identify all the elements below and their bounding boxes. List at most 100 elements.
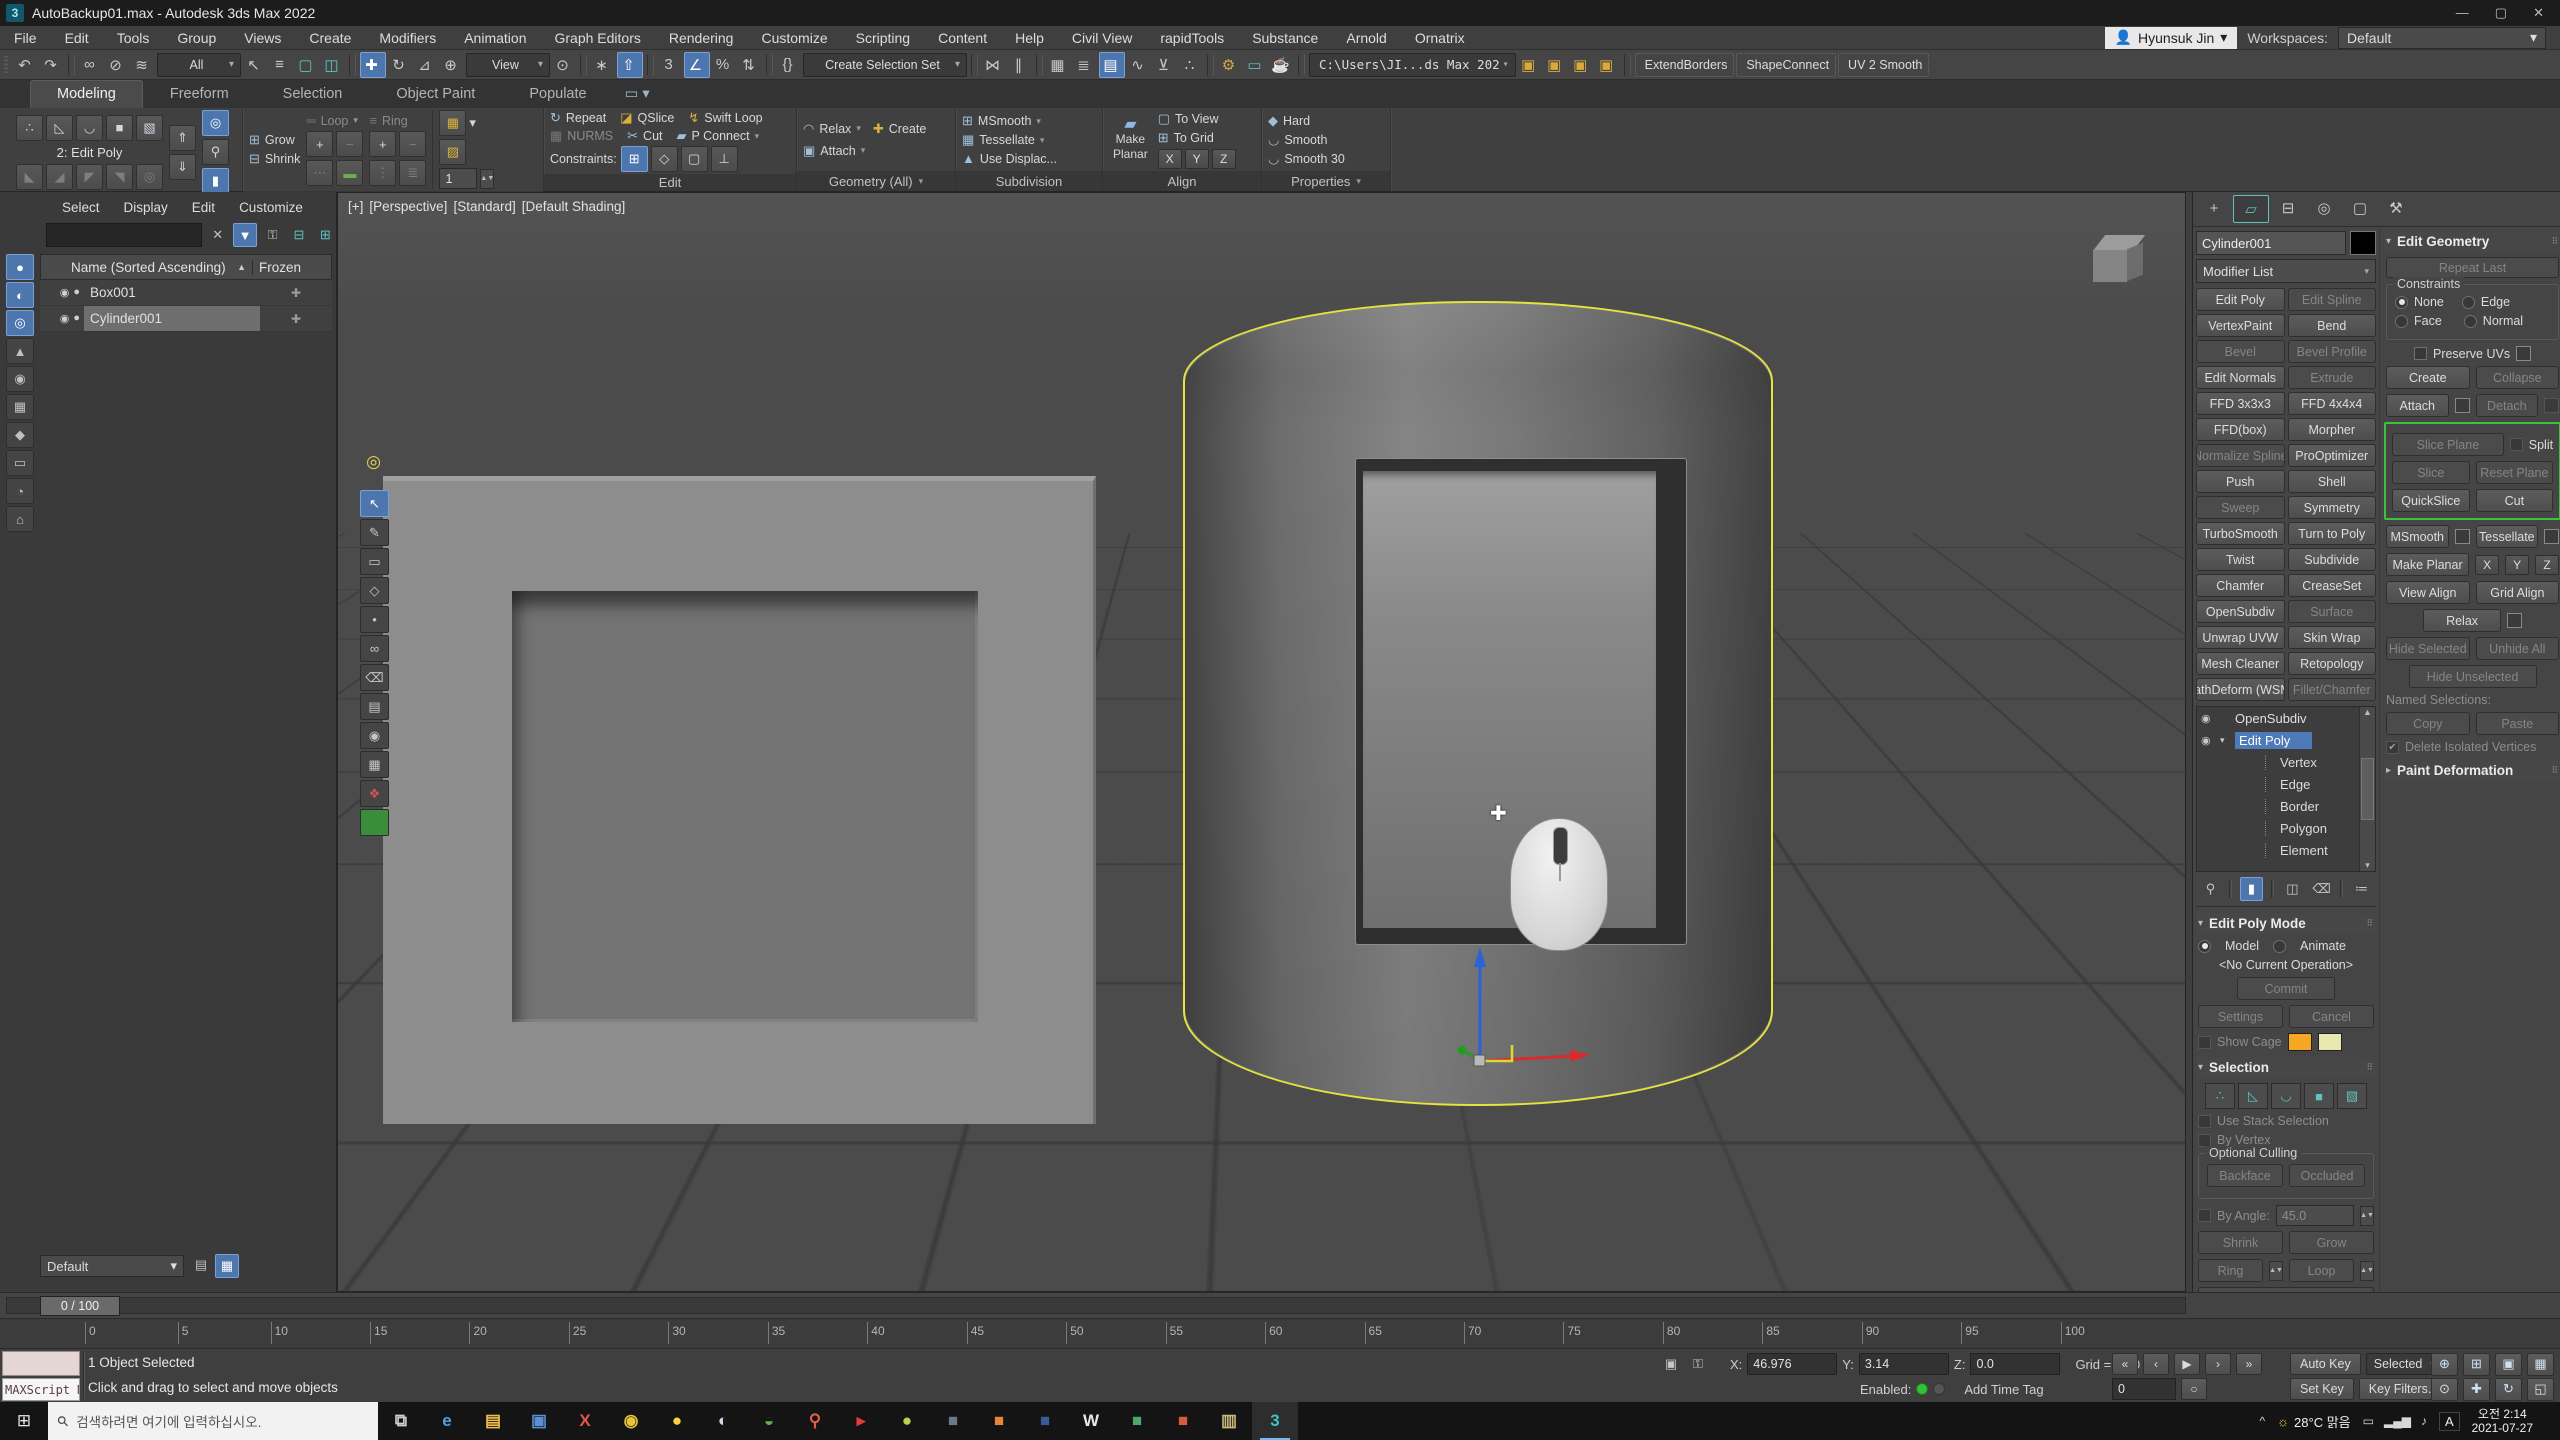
add-time-tag[interactable]: Add Time Tag	[1964, 1382, 2043, 1397]
p-connect-button[interactable]: ▰P Connect▾	[677, 128, 760, 144]
cage-selected-color-swatch[interactable]	[2318, 1033, 2342, 1051]
relax-button-panel[interactable]: Relax	[2423, 609, 2501, 632]
unlink-selection-icon[interactable]: ⊘	[105, 53, 129, 77]
tab-selection[interactable]: Selection	[256, 80, 370, 108]
zoom-extents-all-icon[interactable]: ▦	[2527, 1353, 2554, 1376]
preview-polygon-icon[interactable]: ◥	[106, 164, 133, 190]
viewport-pov-menu[interactable]: [Perspective]	[369, 199, 447, 214]
filter-cameras-icon[interactable]: ▲	[6, 338, 34, 364]
edge-subobject-icon[interactable]: ◺	[2238, 1083, 2268, 1109]
project-folder-dropdown[interactable]: C:\Users\JI...ds Max 202▾	[1309, 53, 1516, 77]
3ds-max-taskbar-icon[interactable]: 3	[1252, 1402, 1298, 1440]
to-grid-button[interactable]: ⊞To Grid	[1158, 130, 1236, 146]
rollout-header-paint-deformation[interactable]: ▸Paint Deformation⠿	[2384, 760, 2560, 781]
wikipedia-icon[interactable]: W	[1068, 1402, 1114, 1440]
constraint-normal-icon[interactable]: ⊥	[711, 146, 738, 172]
tab-modeling[interactable]: Modeling	[30, 80, 143, 108]
green-msg-app-icon[interactable]: ◒	[746, 1402, 792, 1440]
panel-label-align[interactable]: Align	[1103, 171, 1261, 191]
stack-row[interactable]: Border	[2197, 795, 2375, 817]
constraint-none-icon[interactable]: ⊞	[621, 146, 648, 172]
select-and-manipulate-icon[interactable]: ∗	[591, 53, 615, 77]
relax-settings-box[interactable]	[2507, 613, 2522, 628]
close-button[interactable]: ✕	[2533, 5, 2544, 21]
render-production-icon[interactable]: ☕	[1270, 53, 1294, 77]
use-pivot-point-icon[interactable]: ⊙	[552, 53, 576, 77]
red-x-app-icon[interactable]: X	[562, 1402, 608, 1440]
modifier-set-button[interactable]: Bevel	[2196, 340, 2285, 363]
modifier-set-button[interactable]: TurboSmooth	[2196, 522, 2285, 545]
modifier-set-button[interactable]: Unwrap UVW	[2196, 626, 2285, 649]
panel-label-geometry[interactable]: Geometry (All)▾	[797, 171, 955, 191]
task-view-icon[interactable]: ⧉	[378, 1402, 424, 1440]
hard-edges-button[interactable]: ◆Hard	[1268, 113, 1310, 129]
slice-plane-button[interactable]: Slice Plane	[2392, 433, 2504, 456]
rollout-header-edit-poly-mode[interactable]: ▾Edit Poly Mode⠿	[2196, 913, 2376, 934]
ring-label[interactable]: ≡Ring	[369, 113, 426, 128]
workspace-dropdown[interactable]: Default▾	[2338, 27, 2546, 49]
backface-button[interactable]: Backface	[2207, 1164, 2283, 1187]
make-planar-button[interactable]: ▰ MakePlanar	[1109, 118, 1152, 161]
grow-button[interactable]: ⊞Grow	[249, 132, 300, 148]
track-bar[interactable]: 0510152025303540455055606570758085909510…	[0, 1318, 2560, 1348]
modifier-set-button[interactable]: Surface	[2288, 600, 2377, 623]
by-angle-checkbox[interactable]	[2198, 1209, 2211, 1222]
align-y-button[interactable]: Y	[1185, 149, 1209, 169]
modifier-set-button[interactable]: FFD(box)	[2196, 418, 2285, 441]
paint-size-field[interactable]: 1	[439, 168, 477, 189]
menu-item[interactable]: Group	[163, 28, 230, 48]
menu-item[interactable]: Modifiers	[365, 28, 450, 48]
whale-app-icon[interactable]: ◐	[700, 1402, 746, 1440]
dot-ring-icon[interactable]: ⋮	[369, 160, 396, 186]
viewport-renderer-menu[interactable]: [Standard]	[453, 199, 515, 214]
polygon-subobject-icon[interactable]: ■	[2304, 1083, 2334, 1109]
stack-row[interactable]: ◉OpenSubdiv	[2197, 707, 2375, 729]
maxscript-listener-field[interactable]: MAXScript Mi	[2, 1378, 80, 1401]
preview-vertex-icon[interactable]: ◣	[16, 164, 43, 190]
scene-object-row[interactable]: ◉● Box001 ✚	[40, 280, 332, 306]
snaps-toggle-3d-icon[interactable]: 3	[658, 53, 682, 77]
align-icon[interactable]: ∥	[1008, 53, 1032, 77]
menu-item[interactable]: Create	[295, 28, 365, 48]
pin-stack-icon[interactable]: ⚲	[2200, 878, 2221, 900]
asset-tool-icon-3[interactable]: ▣	[1570, 53, 1594, 77]
preserve-uvs-settings-box[interactable]	[2516, 346, 2531, 361]
motion-tab-icon[interactable]: ◎	[2307, 195, 2341, 221]
maxscript-macro-recorder[interactable]	[2, 1351, 80, 1376]
border-subobject-icon[interactable]: ◡	[2271, 1083, 2301, 1109]
modifier-set-button[interactable]: FFD 3x3x3	[2196, 392, 2285, 415]
modifier-set-button[interactable]: Shell	[2288, 470, 2377, 493]
orange-app-icon[interactable]: ■	[976, 1402, 1022, 1440]
filter-dropdown-icon[interactable]: ▼	[233, 223, 256, 247]
constraint-edge-icon[interactable]: ◇	[651, 146, 678, 172]
modifier-set-button[interactable]: Subdivide	[2288, 548, 2377, 571]
spinner-snap-icon[interactable]: ⇅	[738, 53, 762, 77]
current-frame-field[interactable]: 0	[2112, 1378, 2176, 1400]
rollout-header-selection[interactable]: ▾Selection⠿	[2196, 1057, 2376, 1078]
ring-button[interactable]: Ring	[2198, 1259, 2263, 1282]
scene-explorer-toggle-icon[interactable]: ▦	[1047, 53, 1071, 77]
camera-tool-icon[interactable]: ◉	[360, 722, 389, 749]
filter-circle-icon[interactable]: ●	[6, 254, 34, 280]
pencil-tool-icon[interactable]: ✎	[360, 519, 389, 546]
window-crossing-icon[interactable]: ◫	[321, 53, 345, 77]
point-tool-icon[interactable]: •	[360, 606, 389, 633]
reset-plane-button[interactable]: Reset Plane	[2476, 461, 2554, 484]
reference-coordinate-dropdown[interactable]: View▾	[466, 53, 550, 77]
asset-tool-icon-1[interactable]: ▣	[1518, 53, 1542, 77]
preserve-uvs-checkbox[interactable]	[2414, 347, 2427, 360]
maximize-button[interactable]: ▢	[2495, 5, 2507, 21]
loop-grow-icon[interactable]: +	[306, 131, 333, 157]
zoom-icon[interactable]: ⊕	[2431, 1353, 2458, 1376]
folder-app-icon[interactable]: ▥	[1206, 1402, 1252, 1440]
cancel-button[interactable]: Cancel	[2289, 1005, 2374, 1028]
auto-key-button[interactable]: Auto Key	[2290, 1353, 2361, 1375]
display-tray-icon[interactable]: ▭	[2363, 1414, 2374, 1428]
configure-modifier-sets-icon[interactable]: ≔	[2351, 878, 2372, 900]
modifier-list-dropdown[interactable]: Modifier List▾	[2196, 259, 2376, 283]
curve-editor-icon[interactable]: ∿	[1127, 53, 1151, 77]
element-mode-icon[interactable]: ▧	[136, 115, 163, 141]
selection-lock-toggle[interactable]: ⚿	[1687, 1354, 1709, 1374]
stack-row[interactable]: Edge	[2197, 773, 2375, 795]
constraint-normal-radio[interactable]	[2464, 315, 2477, 328]
